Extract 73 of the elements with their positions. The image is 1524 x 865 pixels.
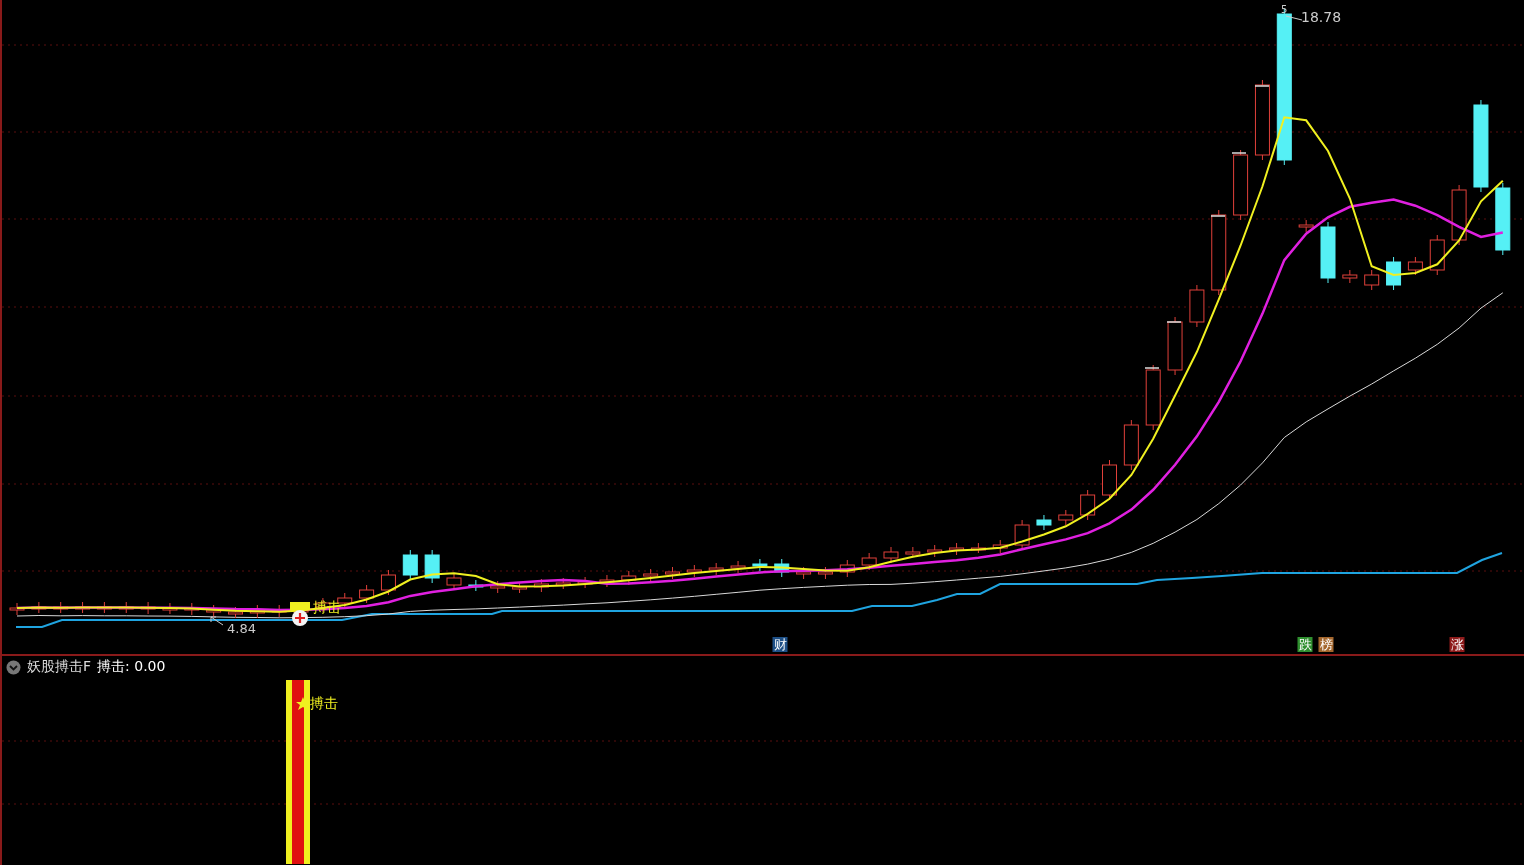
candlestick [380,569,396,596]
candlestick [490,580,506,594]
candlestick [577,576,593,589]
candlestick [162,602,178,615]
candlestick [555,577,571,590]
candlestick [53,601,69,614]
candlestick [1364,269,1380,291]
leader-line [210,616,224,626]
candlestick [249,604,265,619]
candlestick [905,546,921,558]
candlestick [774,558,790,578]
candlestick [839,559,855,578]
candlestick [1451,184,1467,246]
candlestick [1058,509,1074,526]
candlestick [992,539,1008,554]
signal-label: 搏击 [310,695,338,713]
candlestick [533,578,549,593]
candlestick [1189,284,1205,328]
signal-marker [290,602,310,610]
candlestick [1014,519,1030,551]
candlestick [708,562,724,576]
candlestick [1298,219,1314,233]
low-price-label: 4.84 [227,621,256,636]
candlestick [1407,256,1423,276]
collapse-icon[interactable] [6,659,21,675]
candlestick [665,566,680,580]
candlestick [96,601,112,614]
candlestick [402,549,418,581]
candlestick [206,604,222,618]
candlestick [1386,256,1402,291]
candlestick [686,564,702,578]
candlestick [970,542,986,554]
candlestick [1080,489,1096,521]
candlestick [796,566,812,580]
candlestick [1036,514,1052,531]
candlestick [446,572,462,591]
signal-tag: 榜 [1318,637,1334,652]
candlestick [9,602,25,616]
candlestick [424,549,440,584]
candlestick [512,581,528,594]
candlestick [1320,221,1336,284]
candlestick [1342,269,1358,284]
candlestick [31,601,47,614]
signal-tag: 涨 [1449,637,1465,652]
candlestick [861,552,877,571]
candlestick [949,542,965,556]
candlestick [599,574,615,588]
candlestick [1145,364,1161,431]
candlestick [730,560,746,574]
plus-icon [291,609,309,627]
candlestick [140,601,156,615]
candlestick [1429,234,1445,276]
candlestick [118,601,134,614]
candlestick [1233,149,1249,221]
signal-tag: 跌 [1297,637,1313,652]
candlestick [752,558,768,572]
candlestick [228,606,243,619]
candlestick [468,579,484,592]
candlestick [927,544,943,558]
candlestick [75,601,91,614]
candlestick [1167,316,1183,376]
candlestick [643,568,659,582]
candlestick [883,546,899,564]
high-price-label: 18.78 [1301,9,1342,25]
indicator-title: 妖股搏击F [27,658,92,676]
candlestick [817,566,833,580]
leader-line [1286,14,1302,22]
indicator-reading: 搏击: 0.00 [97,658,166,676]
candlestick [1123,419,1139,471]
signal-tag: 财 [772,637,788,652]
high-marker: 5 [1281,4,1288,15]
candlestick [184,602,200,616]
candlestick [359,584,375,604]
